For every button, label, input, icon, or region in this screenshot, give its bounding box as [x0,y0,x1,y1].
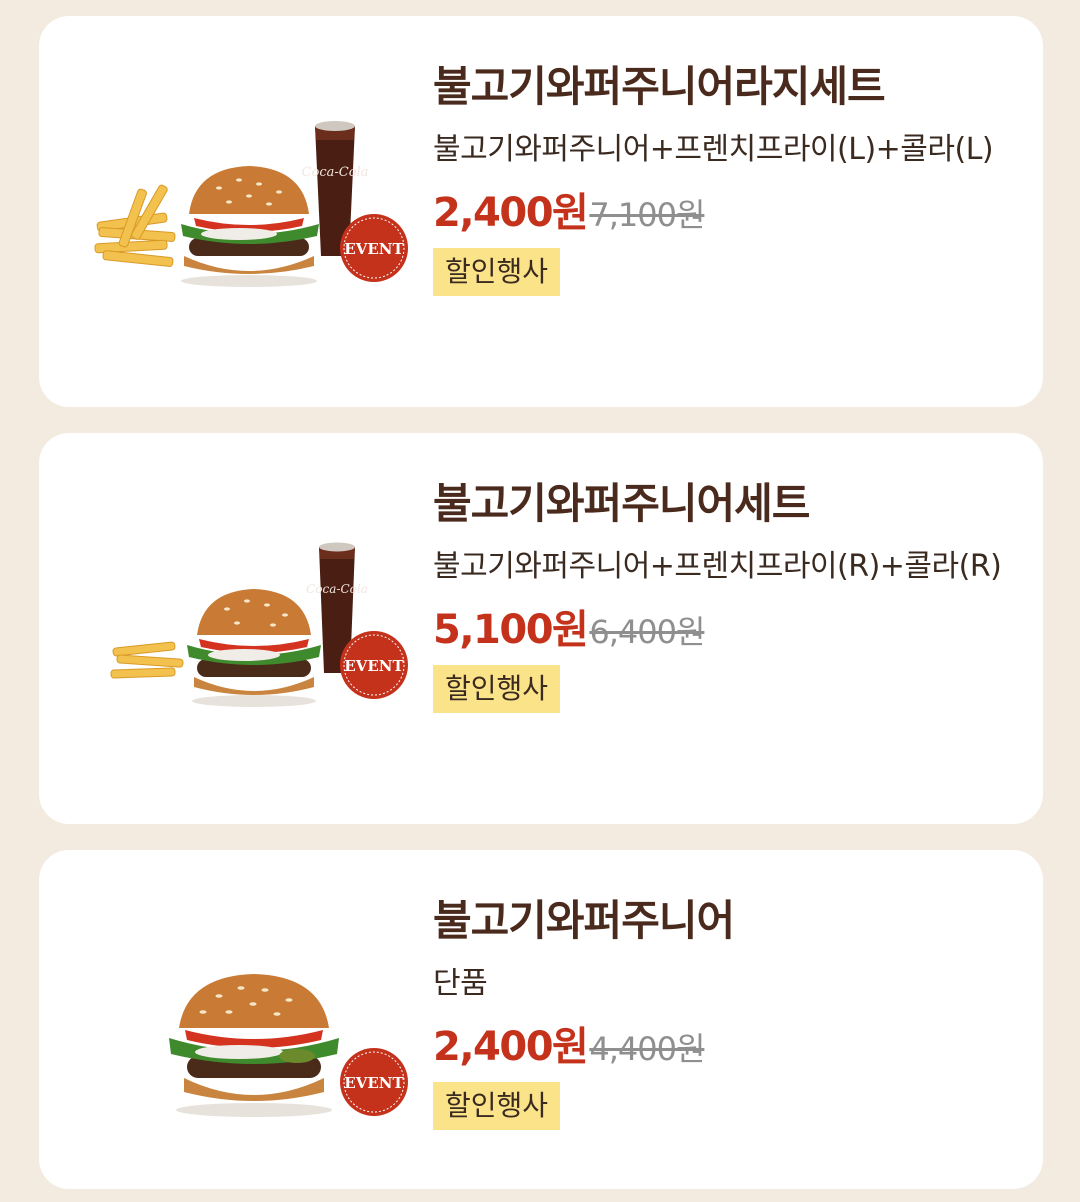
menu-title: 불고기와퍼주니어라지세트 [433,62,886,111]
event-badge-label: EVENT [344,657,404,675]
sale-price: 5,100원 [433,607,589,653]
discount-badge: 할인행사 [433,248,561,296]
event-badge-label: EVENT [344,240,404,258]
discount-badge: 할인행사 [433,1082,561,1130]
price-row: 5,100원 6,400원 [433,597,1003,655]
menu-title: 불고기와퍼주니어 [433,896,735,945]
price-row: 2,400원 7,100원 [433,180,1003,238]
original-price: 7,100원 [589,196,705,234]
menu-description: 불고기와퍼주니어+프렌치프라이(R)+콜라(R) [433,549,1002,584]
svg-text:Coca-Cola: Coca-Cola [306,582,368,596]
burger-set-large-icon: Coca-Cola EVENT [89,106,429,306]
menu-description: 단품 [433,966,488,1001]
original-price: 4,400원 [589,1030,705,1068]
sale-price: 2,400원 [433,1024,589,1070]
menu-card[interactable]: Coca-Cola EVENT 불고기와퍼주니어세트 불고기와퍼주니어+프렌치프… [39,433,1043,824]
svg-text:Coca-Cola: Coca-Cola [302,165,369,180]
burger-set-icon: Coca-Cola EVENT [89,523,429,723]
sale-price: 2,400원 [433,190,589,236]
discount-badge: 할인행사 [433,665,561,713]
original-price: 6,400원 [589,613,705,651]
price-row: 2,400원 4,400원 [433,1014,1003,1072]
event-badge-label: EVENT [344,1074,404,1092]
menu-card[interactable]: Coca-Cola EVENT 불고기와퍼주니어라지세트 불고기와퍼주니어+프렌… [39,16,1043,407]
menu-description: 불고기와퍼주니어+프렌치프라이(L)+콜라(L) [433,132,994,167]
menu-card[interactable]: EVENT 불고기와퍼주니어 단품 2,400원 4,400원 할인행사 [39,850,1043,1189]
menu-title: 불고기와퍼주니어세트 [433,479,810,528]
burger-icon: EVENT [89,960,429,1160]
